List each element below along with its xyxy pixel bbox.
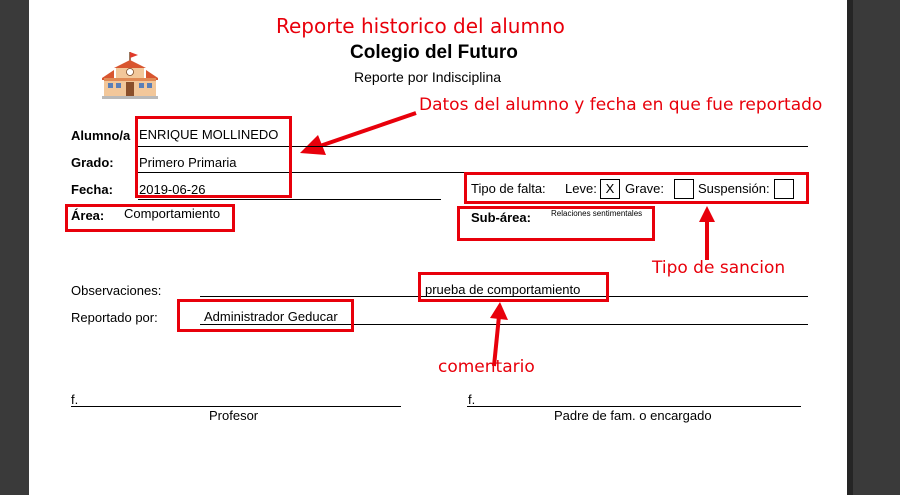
school-building-icon: [102, 52, 158, 99]
highlight-area: [65, 204, 235, 232]
grade-label: Grado:: [71, 155, 114, 170]
highlight-reported-by: [177, 299, 354, 332]
arrow-up-icon: [699, 206, 715, 260]
reported-by-label: Reportado por:: [71, 310, 158, 325]
arrow-left-icon: [300, 111, 417, 155]
highlight-fault-type: [464, 172, 809, 204]
school-name: Colegio del Futuro: [350, 42, 518, 63]
date-label: Fecha:: [71, 182, 113, 197]
annotation-student-data: Datos del alumno y fecha en que fue repo…: [419, 95, 823, 115]
signature-parent: Padre de fam. o encargado: [554, 408, 712, 423]
annotation-sanction-type: Tipo de sancion: [652, 258, 786, 278]
annotation-comment: comentario: [438, 357, 535, 377]
signature-f-right: f.: [468, 392, 476, 407]
student-name-label: Alumno/a: [71, 128, 131, 143]
date-underline: [138, 199, 441, 200]
highlight-subarea: [457, 206, 655, 241]
signature-line-parent: [467, 406, 801, 407]
highlight-student-data: [135, 116, 292, 198]
signature-f-left: f.: [71, 392, 79, 407]
highlight-observations: [418, 272, 609, 302]
signature-line-professor: [71, 406, 401, 407]
annotation-title: Reporte historico del alumno: [276, 14, 565, 38]
page-shadow: [847, 0, 853, 495]
signature-professor: Profesor: [209, 408, 259, 423]
report-type: Reporte por Indisciplina: [354, 69, 502, 85]
observations-label: Observaciones:: [71, 283, 162, 298]
